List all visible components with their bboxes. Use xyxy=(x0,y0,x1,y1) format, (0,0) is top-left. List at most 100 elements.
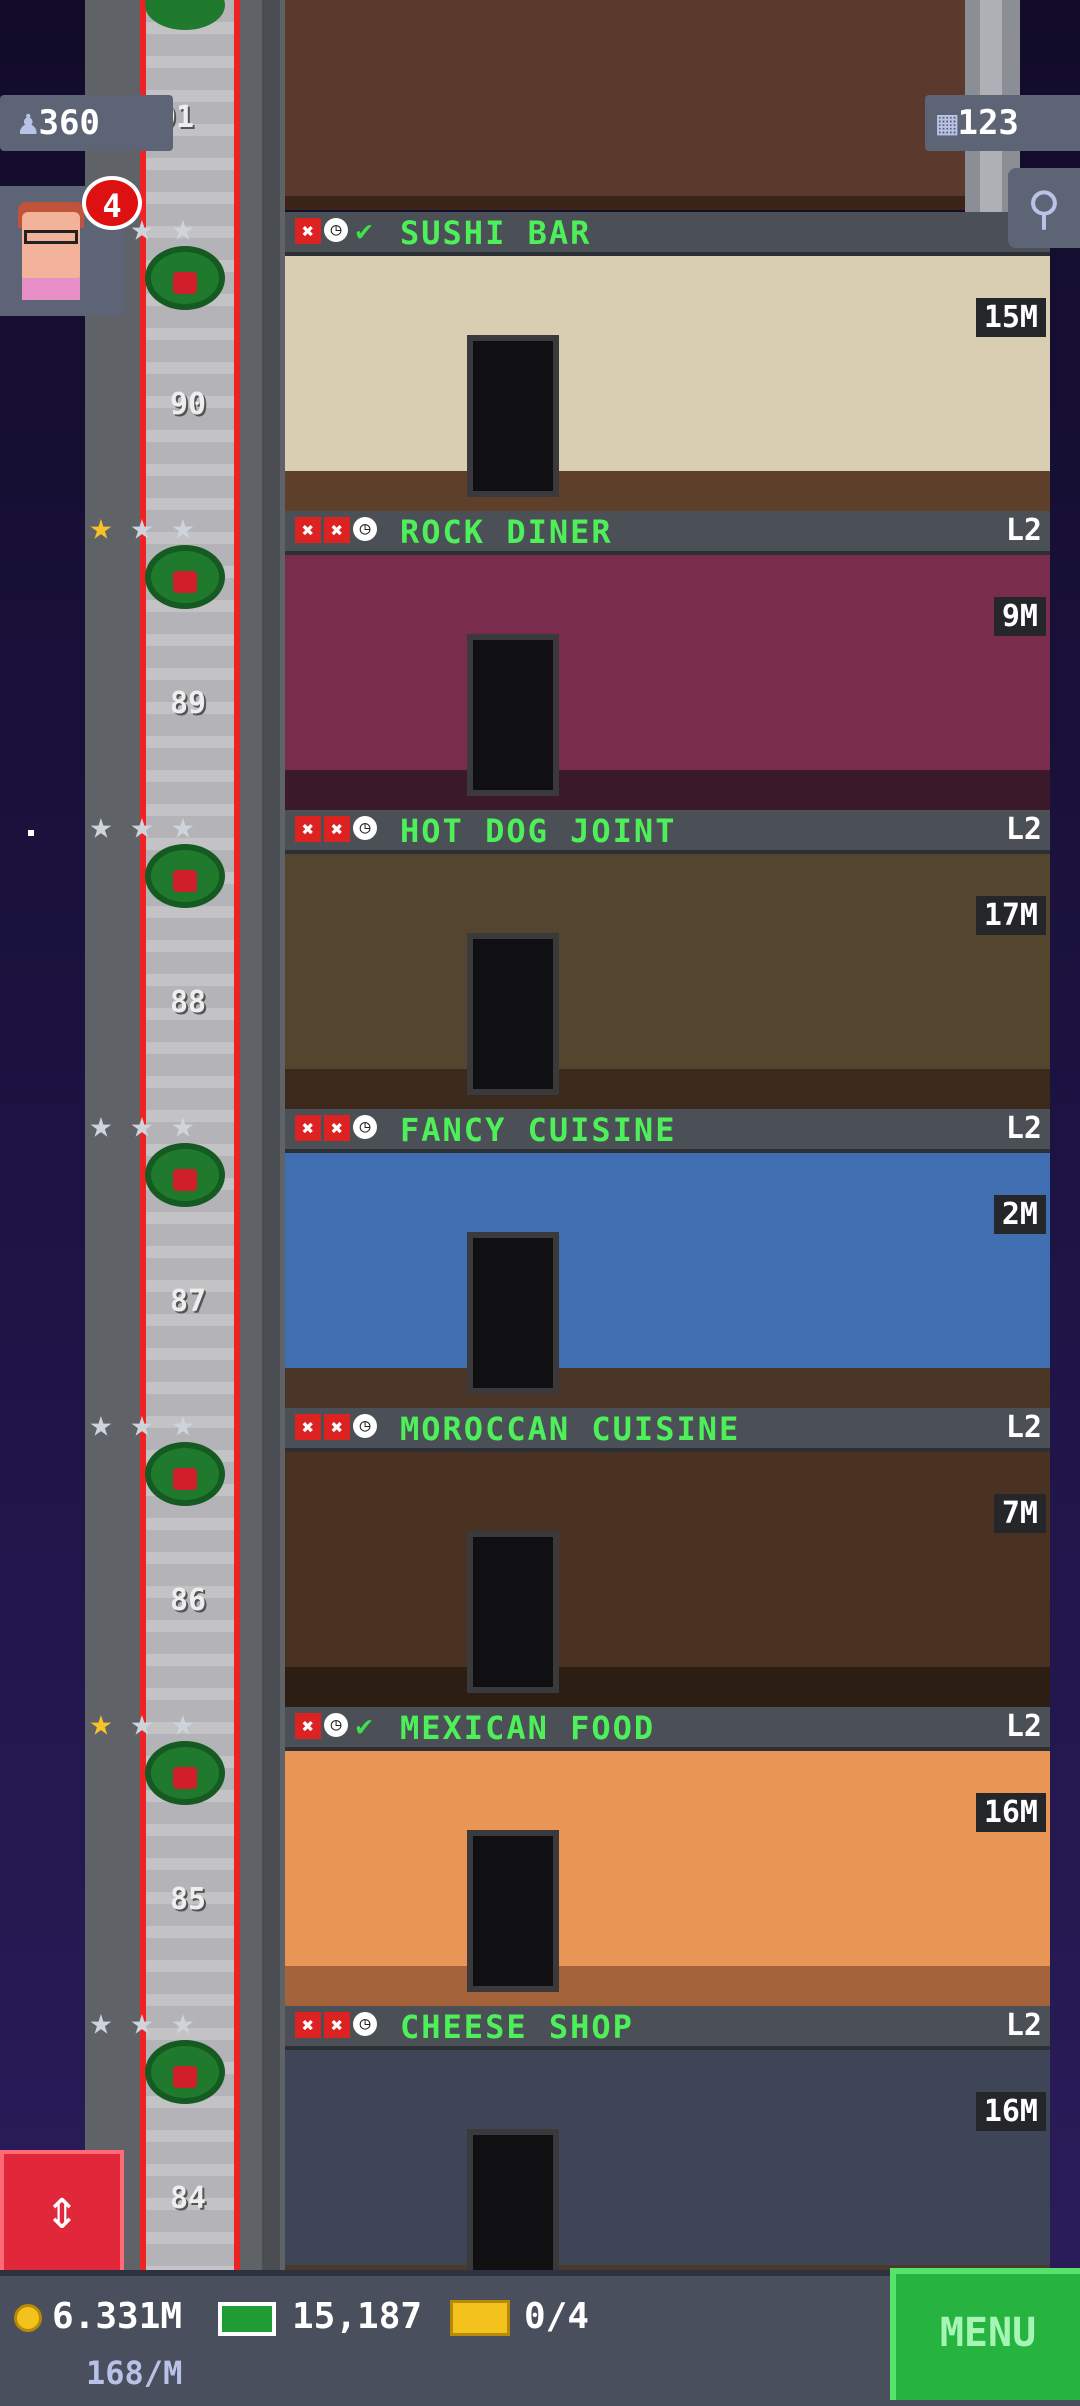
floor-number: 85 xyxy=(169,1882,207,1917)
floor-room[interactable]: 2M xyxy=(285,1153,1050,1408)
floor-room[interactable]: 9M xyxy=(285,555,1050,810)
close-icon: ✖ xyxy=(324,1115,350,1141)
floor-header[interactable]: ✖ ✖ ◷ MOROCCAN CUISINE L2 xyxy=(285,1408,1050,1452)
clock-icon: ◷ xyxy=(353,517,377,541)
floor-name: MEXICAN FOOD xyxy=(400,1709,656,1747)
room-wall xyxy=(285,1751,1050,1966)
floor-90[interactable]: ★★★90✖◷✔SUSHI BARL215M xyxy=(85,208,1050,511)
floor-room[interactable]: 16M xyxy=(285,1751,1050,2006)
room-door xyxy=(467,1232,559,1394)
room-wall xyxy=(285,854,1050,1069)
floor-91-room[interactable] xyxy=(285,0,965,210)
floor-name: SUSHI BAR xyxy=(400,214,592,252)
gold-star-icon: ★ xyxy=(89,504,113,548)
floor-income: 9M xyxy=(993,597,1046,636)
floor-number: 86 xyxy=(169,1583,207,1618)
floor-number: 88 xyxy=(169,985,207,1020)
floor-stars: ★ ★ ★ xyxy=(82,507,202,545)
silver-star-icon: ★ xyxy=(130,1700,154,1744)
floor-stars: ★ ★ ★ xyxy=(82,806,202,844)
floor-85[interactable]: ★ ★ ★ 85 ✖ ◷ ✔ MEXICAN FOOD L2 16M xyxy=(85,1703,1050,2006)
population-counter[interactable]: ♟360 xyxy=(0,95,173,151)
floor-89[interactable]: ★ ★ ★ 89 ✖ ✖ ◷ ROCK DINER L2 9M xyxy=(85,507,1050,810)
menu-button[interactable]: MENU xyxy=(890,2268,1080,2400)
clock-icon: ◷ xyxy=(353,2012,377,2036)
close-icon: ✖ xyxy=(324,2012,350,2038)
silver-star-icon: ★ xyxy=(130,1401,154,1445)
wreath-icon xyxy=(145,2040,225,2104)
floor-number: 90 xyxy=(169,387,207,422)
stock-status: ✖ ✖ ◷ xyxy=(295,816,377,842)
room-floor xyxy=(285,1667,1050,1707)
silver-star-icon: ★ xyxy=(89,1102,113,1146)
room-floor xyxy=(285,1966,1050,2006)
floor-header[interactable]: ✖ ◷ ✔ MEXICAN FOOD L2 xyxy=(285,1707,1050,1751)
silver-star-icon: ★ xyxy=(130,1102,154,1146)
floor-stars: ★ ★ ★ xyxy=(82,2002,202,2040)
floor-stars: ★ ★ ★ xyxy=(82,1404,202,1442)
bux-value: 15,187 xyxy=(292,2296,423,2337)
stock-status: ✖ ✖ ◷ xyxy=(295,517,377,543)
silver-star-icon: ★ xyxy=(130,504,154,548)
room-wall xyxy=(285,2050,1050,2265)
check-icon: ✔ xyxy=(355,214,373,247)
silver-star-icon: ★ xyxy=(89,803,113,847)
floor-level: L2 xyxy=(1005,1111,1042,1146)
floor-87[interactable]: ★ ★ ★ 87 ✖ ✖ ◷ FANCY CUISINE L2 2M xyxy=(85,1105,1050,1408)
notification-badge: 4 xyxy=(82,176,142,230)
floor-room[interactable]: 7M xyxy=(285,1452,1050,1707)
floor-stars: ★ ★ ★ xyxy=(82,1105,202,1143)
floor-header[interactable]: ✖ ✖ ◷ FANCY CUISINE L2 xyxy=(285,1109,1050,1153)
floor-level: L2 xyxy=(1005,2008,1042,2043)
floor-84[interactable]: ★ ★ ★ 84 ✖ ✖ ◷ CHEESE SHOP L2 16M xyxy=(85,2002,1050,2305)
person-icon: ♟ xyxy=(18,103,39,143)
floor-number: 84 xyxy=(169,2181,207,2216)
room-floor xyxy=(285,770,1050,810)
floor-88[interactable]: ★ ★ ★ 88 ✖ ✖ ◷ HOT DOG JOINT L2 17M xyxy=(85,806,1050,1109)
floor-name: HOT DOG JOINT xyxy=(400,812,677,850)
floor-header[interactable]: ✖ ✖ ◷ HOT DOG JOINT L2 xyxy=(285,810,1050,854)
floor-room[interactable]: 15M xyxy=(285,256,1050,511)
up-down-arrows-icon: ⇕ xyxy=(45,2177,79,2242)
floor-level: L2 xyxy=(1005,812,1042,847)
floor-name: MOROCCAN CUISINE xyxy=(400,1410,741,1448)
room-door xyxy=(467,933,559,1095)
coin-icon xyxy=(14,2304,42,2332)
floor-header[interactable]: ✖◷✔SUSHI BARL2 xyxy=(285,212,1050,256)
tickets-value: 0/4 xyxy=(524,2296,590,2337)
floor-name: CHEESE SHOP xyxy=(400,2008,634,2046)
floor-header[interactable]: ✖ ✖ ◷ ROCK DINER L2 xyxy=(285,511,1050,555)
check-icon: ✔ xyxy=(355,1709,373,1742)
stock-status: ✖ ✖ ◷ xyxy=(295,2012,377,2038)
floor-name: ROCK DINER xyxy=(400,513,613,551)
stock-status: ✖ ◷ ✔ xyxy=(295,214,377,247)
silver-star-icon: ★ xyxy=(171,1999,195,2043)
silver-star-icon: ★ xyxy=(171,1102,195,1146)
clock-icon: ◷ xyxy=(353,1115,377,1139)
floor-86[interactable]: ★ ★ ★ 86 ✖ ✖ ◷ MOROCCAN CUISINE L2 7M xyxy=(85,1404,1050,1707)
room-floor xyxy=(285,471,1050,511)
floor-income: 7M xyxy=(993,1494,1046,1533)
tower-bux-icon xyxy=(218,2302,276,2336)
clock-icon: ◷ xyxy=(353,1414,377,1438)
floor-level: L2 xyxy=(1005,1410,1042,1445)
elevator-button[interactable]: ⇕ xyxy=(0,2150,124,2274)
bits-counter[interactable]: ▦123 xyxy=(925,95,1080,151)
gold-star-icon: ★ xyxy=(89,1700,113,1744)
floor-room[interactable]: 16M xyxy=(285,2050,1050,2305)
silver-star-icon: ★ xyxy=(130,803,154,847)
grid-icon: ▦ xyxy=(937,103,958,143)
stock-status: ✖ ✖ ◷ xyxy=(295,1414,377,1440)
close-icon: ✖ xyxy=(295,1414,321,1440)
star-decoration xyxy=(28,830,34,836)
silver-star-icon: ★ xyxy=(130,1999,154,2043)
floor-room[interactable]: 17M xyxy=(285,854,1050,1109)
room-wall xyxy=(285,1452,1050,1667)
close-icon: ✖ xyxy=(295,2012,321,2038)
floor-header[interactable]: ✖ ✖ ◷ CHEESE SHOP L2 xyxy=(285,2006,1050,2050)
silver-star-icon: ★ xyxy=(171,1401,195,1445)
floor-number: 89 xyxy=(169,686,207,721)
search-icon[interactable]: ⚲ xyxy=(1008,168,1080,248)
room-floor xyxy=(285,1069,1050,1109)
wreath-icon xyxy=(145,1442,225,1506)
